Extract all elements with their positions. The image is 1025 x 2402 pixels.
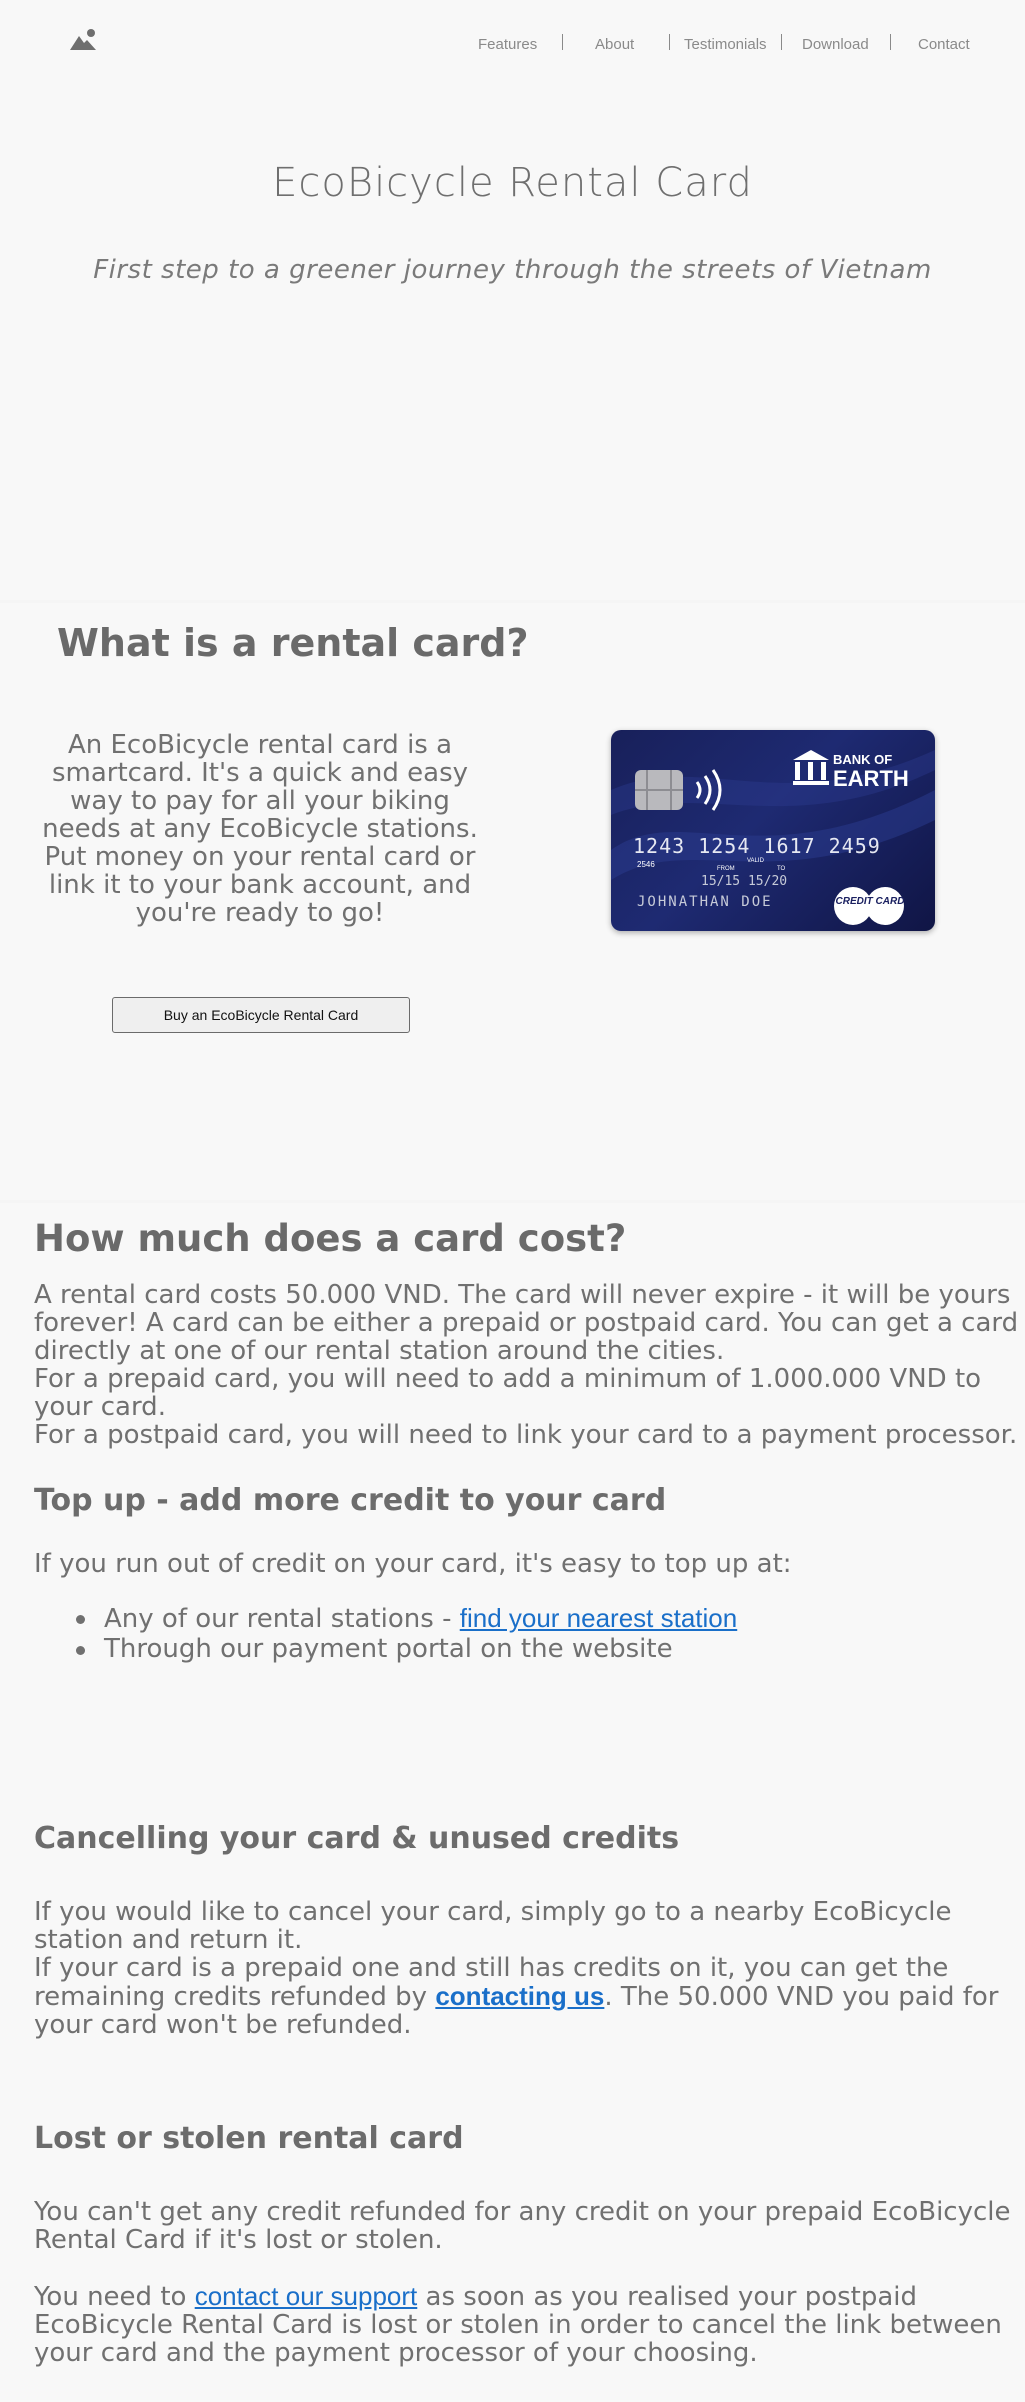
- cost-paragraph-3: For a postpaid card, you will need to li…: [34, 1420, 1018, 1450]
- cost-paragraph-2: For a prepaid card, you will need to add…: [34, 1364, 982, 1422]
- hero-section: Features About Testimonials Download Con…: [0, 0, 1025, 600]
- topup-heading: Top up - add more credit to your card: [34, 1483, 667, 1518]
- lost-paragraph-1: You can't get any credit refunded for an…: [34, 2197, 1011, 2255]
- nav-divider: [781, 34, 782, 50]
- page-subtitle: First step to a greener journey through …: [93, 255, 932, 285]
- cancel-paragraph-1: If you would like to cancel your card, s…: [34, 1897, 952, 1955]
- nav-download[interactable]: Download: [802, 36, 869, 53]
- nav-about[interactable]: About: [595, 36, 634, 53]
- topup-item-2-text: Through our payment portal on the websit…: [104, 1634, 673, 1664]
- cost-paragraph-1: A rental card costs 50.000 VND. The card…: [34, 1280, 1019, 1366]
- nav-divider: [669, 34, 670, 50]
- page-title: EcoBicycle Rental Card: [272, 160, 753, 206]
- find-station-link[interactable]: find your nearest station: [460, 1603, 738, 1633]
- contacting-us-link[interactable]: contacting us: [435, 1981, 604, 2011]
- cost-heading: How much does a card cost?: [34, 1217, 627, 1260]
- cost-description: A rental card costs 50.000 VND. The card…: [34, 1281, 1024, 1449]
- card-small-number: 2546: [637, 860, 655, 869]
- what-heading: What is a rental card?: [57, 621, 529, 665]
- what-section: What is a rental card? An EcoBicycle ren…: [0, 603, 1025, 1200]
- credit-card-image: BANK OF EARTH 1243 1254 1617 2459 2546 F…: [611, 730, 935, 931]
- card-bank-name-line2: EARTH: [833, 766, 909, 791]
- contact-support-link[interactable]: contact our support: [195, 2281, 418, 2311]
- lost-heading: Lost or stolen rental card: [34, 2121, 464, 2156]
- card-to-label: TO: [777, 866, 786, 872]
- card-bank-name-line1: BANK OF: [833, 752, 893, 767]
- mountain-sun-icon[interactable]: [70, 28, 98, 50]
- list-item: Any of our rental stations - find your n…: [70, 1603, 737, 1634]
- nav-features[interactable]: Features: [478, 36, 537, 53]
- what-description: An EcoBicycle rental card is a smartcard…: [42, 730, 478, 928]
- card-expiry: 15/15 15/20: [701, 874, 788, 889]
- topup-item-1-text: Any of our rental stations -: [104, 1604, 460, 1634]
- cost-section: How much does a card cost? A rental card…: [0, 1203, 1025, 2402]
- buy-card-button[interactable]: Buy an EcoBicycle Rental Card: [112, 997, 410, 1033]
- card-from-label: FROM: [717, 866, 735, 872]
- topup-intro: If you run out of credit on your card, i…: [34, 1549, 792, 1579]
- card-type-label: CREDIT CARD: [835, 896, 905, 907]
- topup-list: Any of our rental stations - find your n…: [70, 1603, 737, 1664]
- cancel-paragraph-2: If your card is a prepaid one and still …: [34, 1954, 1024, 2039]
- cancel-heading: Cancelling your card & unused credits: [34, 1821, 680, 1856]
- lost-paragraph-2: You need to contact our support as soon …: [34, 2282, 1024, 2367]
- nav-divider: [890, 34, 891, 50]
- card-number: 1243 1254 1617 2459: [633, 834, 881, 858]
- bank-building-icon: [793, 750, 829, 785]
- nav-contact[interactable]: Contact: [918, 36, 970, 53]
- card-valid-label: VALID: [747, 858, 764, 864]
- lost-text-a: You need to: [34, 2282, 195, 2312]
- nav-divider: [562, 34, 563, 50]
- card-holder: JOHNATHAN DOE: [637, 894, 773, 910]
- list-item: Through our payment portal on the websit…: [70, 1634, 737, 1664]
- nav-testimonials[interactable]: Testimonials: [684, 36, 767, 53]
